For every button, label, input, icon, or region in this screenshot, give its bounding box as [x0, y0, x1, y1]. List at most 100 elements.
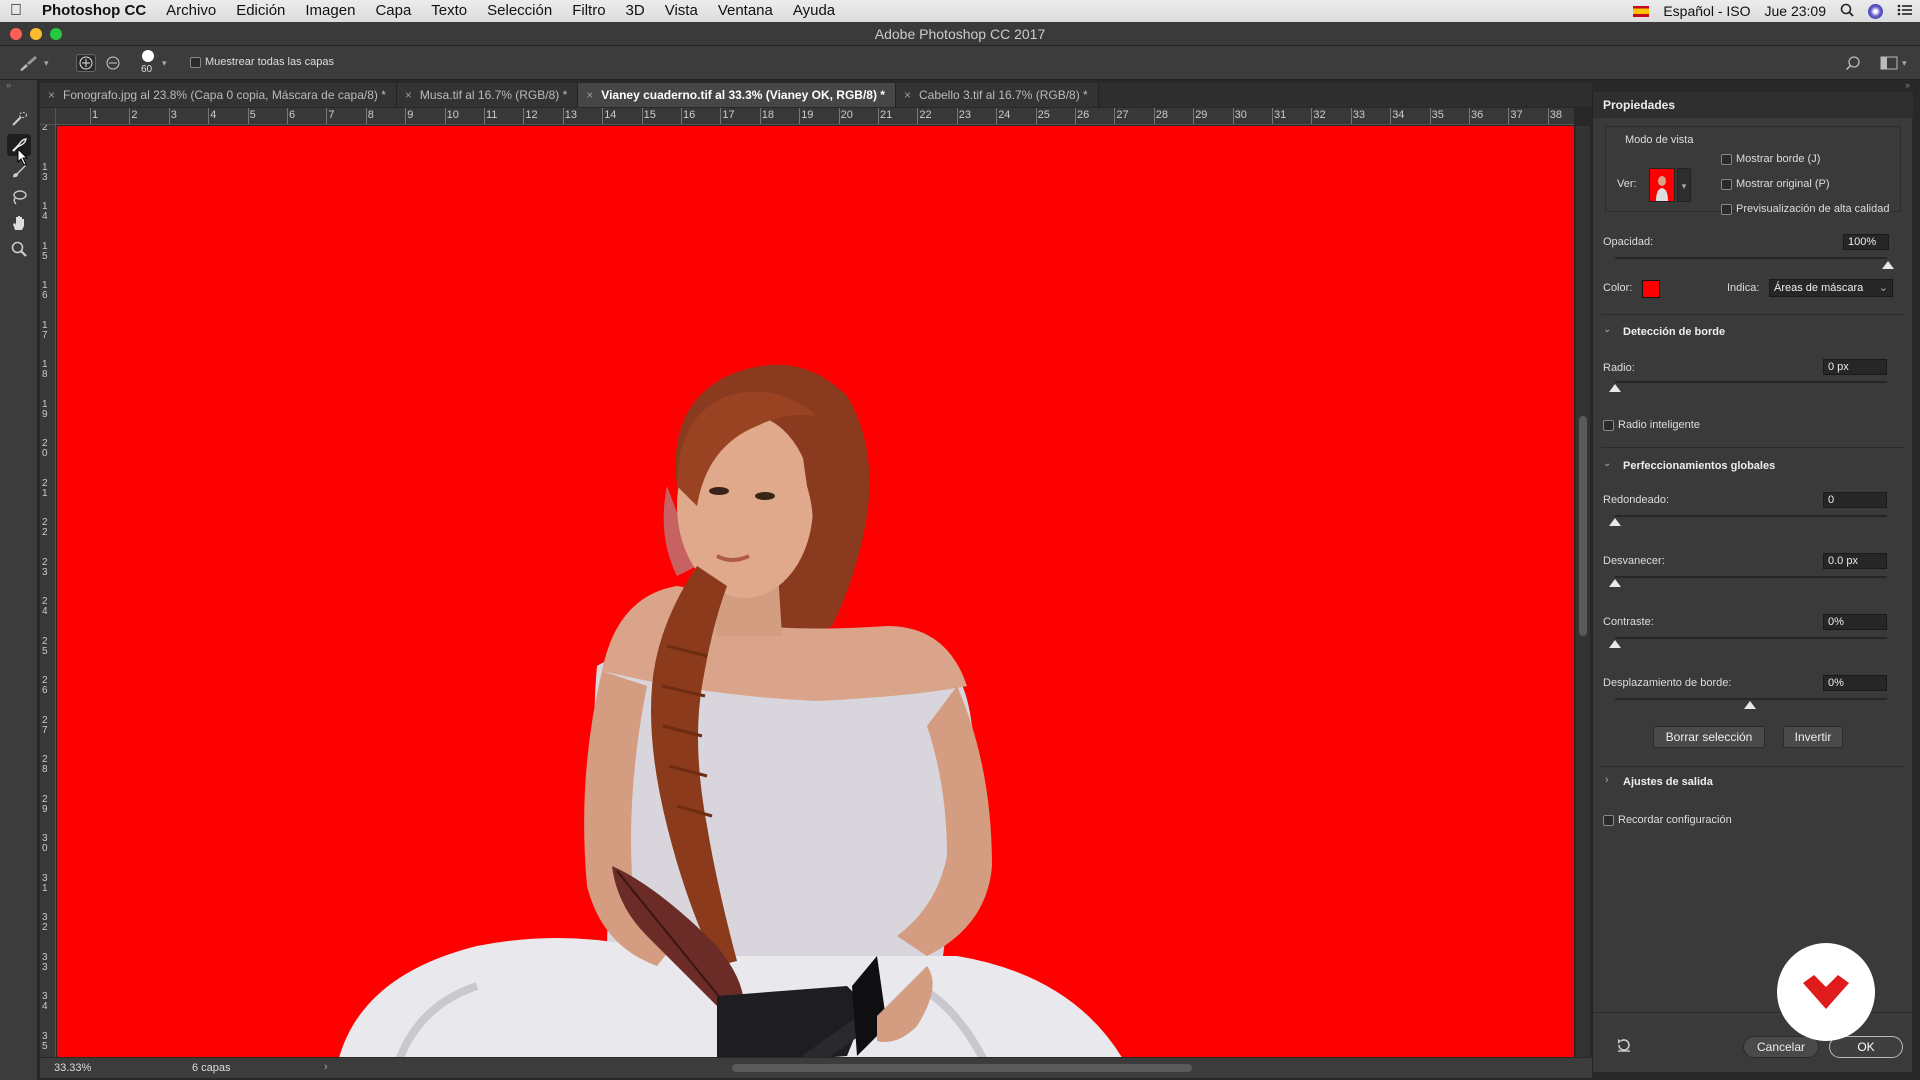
- input-source[interactable]: Español - ISO: [1663, 3, 1750, 19]
- brush-size-preview-icon[interactable]: [142, 50, 154, 62]
- menu-seleccion[interactable]: Selección: [477, 0, 562, 22]
- show-edge-checkbox[interactable]: [1721, 154, 1732, 165]
- vertical-scrollbar[interactable]: [1576, 126, 1590, 1057]
- horizontal-scrollbar-thumb[interactable]: [732, 1064, 1192, 1072]
- hq-preview-checkbox[interactable]: [1721, 204, 1732, 215]
- smooth-slider[interactable]: [1615, 515, 1887, 517]
- vertical-ruler: 2 1 3 1 4 1 5 1 6 1 7 1 8 1 9 2 0 2 1 2 2 2 3 2 4 2 5…: [40, 125, 56, 1057]
- edge-detection-header[interactable]: Detección de borde: [1623, 326, 1725, 338]
- chevron-down-icon[interactable]: ▾: [44, 58, 49, 69]
- siri-icon[interactable]: [1868, 3, 1883, 19]
- clock[interactable]: Jue 23:09: [1765, 3, 1827, 19]
- close-window-button[interactable]: [10, 28, 22, 40]
- feather-slider[interactable]: [1615, 576, 1887, 578]
- feather-field[interactable]: 0.0 px: [1823, 553, 1887, 569]
- chevron-down-icon[interactable]: ⌄: [1603, 458, 1611, 469]
- contrast-field[interactable]: 0%: [1823, 614, 1887, 630]
- tab-vianey-cuaderno[interactable]: × Vianey cuaderno.tif al 33.3% (Vianey OK…: [578, 83, 896, 107]
- feather-slider-thumb[interactable]: [1609, 579, 1621, 587]
- quick-selection-tool-icon[interactable]: [7, 108, 31, 130]
- ruler-tick: [1272, 108, 1273, 124]
- shift-edge-slider-thumb[interactable]: [1744, 701, 1756, 709]
- workspace-icon[interactable]: [1880, 56, 1898, 73]
- zoom-window-button[interactable]: [50, 28, 62, 40]
- shift-edge-slider[interactable]: [1615, 698, 1887, 700]
- watermark-logo: [1777, 943, 1875, 1041]
- notification-center-icon[interactable]: [1897, 3, 1912, 19]
- menu-archivo[interactable]: Archivo: [156, 0, 226, 22]
- menu-edicion[interactable]: Edición: [226, 0, 295, 22]
- close-tab-icon[interactable]: ×: [48, 88, 55, 102]
- menu-app-name[interactable]: Photoshop CC: [32, 0, 156, 22]
- lasso-tool-icon[interactable]: [7, 186, 31, 208]
- tab-musa[interactable]: × Musa.tif al 16.7% (RGB/8) *: [396, 83, 579, 107]
- shift-edge-field[interactable]: 0%: [1823, 675, 1887, 691]
- tab-label: Fonografo.jpg al 23.8% (Capa 0 copia, Má…: [63, 88, 386, 102]
- chevron-right-icon[interactable]: ›: [324, 1061, 328, 1073]
- refine-brush-preset-icon[interactable]: [18, 54, 40, 75]
- overlay-color-swatch[interactable]: [1642, 280, 1660, 298]
- ruler-tick-label: 2 4: [42, 596, 48, 617]
- menu-vista[interactable]: Vista: [655, 0, 708, 22]
- flag-icon[interactable]: [1633, 5, 1650, 17]
- hand-tool-icon[interactable]: [7, 212, 31, 234]
- layer-count: 6 capas: [192, 1062, 231, 1074]
- chevron-right-icon[interactable]: ›: [1605, 774, 1609, 786]
- indicates-select[interactable]: Áreas de máscara ⌄: [1769, 279, 1893, 297]
- ruler-tick-label: 23: [958, 109, 972, 121]
- opacity-slider-thumb[interactable]: [1882, 261, 1894, 269]
- output-settings-header[interactable]: Ajustes de salida: [1623, 776, 1713, 788]
- smooth-slider-thumb[interactable]: [1609, 518, 1621, 526]
- radius-slider-thumb[interactable]: [1609, 384, 1621, 392]
- collapse-panel-icon[interactable]: »: [1905, 80, 1910, 90]
- show-original-checkbox[interactable]: [1721, 179, 1732, 190]
- zoom-tool-icon[interactable]: [7, 238, 31, 260]
- opacity-field[interactable]: 100%: [1843, 234, 1889, 250]
- radius-slider[interactable]: [1615, 381, 1887, 383]
- document-canvas[interactable]: [57, 126, 1574, 1057]
- minimize-window-button[interactable]: [30, 28, 42, 40]
- opacity-slider[interactable]: [1615, 257, 1887, 259]
- menu-texto[interactable]: Texto: [421, 0, 477, 22]
- ruler-tick-label: 3 5: [42, 1030, 48, 1052]
- ver-label: Ver:: [1617, 178, 1637, 190]
- menu-ventana[interactable]: Ventana: [708, 0, 783, 22]
- contrast-slider[interactable]: [1615, 637, 1887, 639]
- close-tab-icon[interactable]: ×: [586, 88, 593, 102]
- view-mode-thumbnail[interactable]: [1649, 168, 1675, 202]
- smart-radius-checkbox[interactable]: [1603, 420, 1614, 431]
- vertical-scrollbar-thumb[interactable]: [1579, 416, 1587, 636]
- clear-selection-button[interactable]: Borrar selección: [1653, 726, 1765, 748]
- chevron-down-icon[interactable]: ▾: [162, 58, 167, 69]
- apple-icon[interactable]: : [0, 0, 32, 22]
- menu-ayuda[interactable]: Ayuda: [783, 0, 845, 22]
- contrast-slider-thumb[interactable]: [1609, 640, 1621, 648]
- reset-icon[interactable]: [1615, 1036, 1633, 1057]
- menu-imagen[interactable]: Imagen: [295, 0, 365, 22]
- menu-filtro[interactable]: Filtro: [562, 0, 615, 22]
- view-mode-dropdown[interactable]: ▾: [1677, 168, 1691, 202]
- tab-fonografo[interactable]: × Fonografo.jpg al 23.8% (Capa 0 copia, M…: [40, 83, 397, 107]
- global-refinements-header[interactable]: Perfeccionamientos globales: [1623, 460, 1775, 472]
- ruler-tick: [1193, 108, 1195, 124]
- expand-detection-icon[interactable]: [76, 54, 96, 72]
- smooth-field[interactable]: 0: [1823, 492, 1887, 508]
- radius-field[interactable]: 0 px: [1823, 359, 1887, 375]
- sample-all-layers-checkbox[interactable]: [190, 57, 201, 68]
- chevron-down-icon[interactable]: ▾: [1902, 58, 1907, 69]
- remember-settings-checkbox[interactable]: [1603, 815, 1614, 826]
- spotlight-icon[interactable]: [1840, 3, 1854, 20]
- chevron-down-icon[interactable]: ⌄: [1603, 324, 1611, 335]
- close-tab-icon[interactable]: ×: [405, 88, 412, 102]
- menu-capa[interactable]: Capa: [365, 0, 421, 22]
- close-tab-icon[interactable]: ×: [904, 88, 911, 102]
- ruler-tick-label: 14: [604, 109, 617, 121]
- zoom-level[interactable]: 33.33%: [54, 1062, 91, 1074]
- invert-button[interactable]: Invertir: [1783, 726, 1843, 748]
- ruler-tick-label: 15: [643, 109, 656, 121]
- collapse-panel-icon[interactable]: »: [6, 80, 11, 90]
- shrink-detection-icon[interactable]: [104, 55, 122, 74]
- tab-cabello-3[interactable]: × Cabello 3.tif al 16.7% (RGB/8) *: [895, 83, 1099, 107]
- search-icon[interactable]: [1845, 55, 1861, 74]
- menu-3d[interactable]: 3D: [616, 0, 655, 22]
